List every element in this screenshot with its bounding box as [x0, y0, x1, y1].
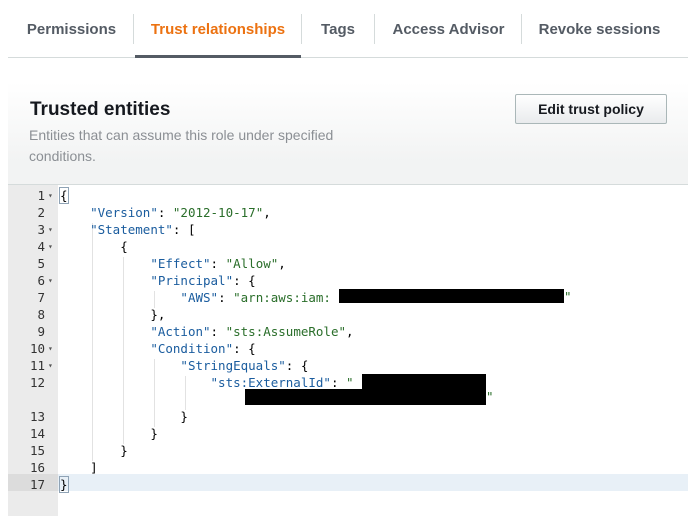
code-line[interactable]: 4 ▾ {: [8, 238, 688, 255]
code-line[interactable]: 11 ▾ "StringEquals": {: [8, 357, 688, 374]
trusted-entities-panel: Trusted entities Entities that can assum…: [8, 82, 688, 516]
code-line[interactable]: 14 }: [8, 425, 688, 442]
code-text: {: [120, 239, 128, 254]
code-text: }: [180, 409, 188, 424]
code-line[interactable]: 5 "Effect": "Allow",: [8, 255, 688, 272]
code-line[interactable]: 2 "Version": "2012-10-17",: [8, 204, 688, 221]
fold-toggle-icon[interactable]: ▾: [48, 357, 53, 374]
tab-bar: Permissions Trust relationships Tags Acc…: [8, 0, 688, 58]
line-number: 5: [37, 256, 45, 271]
code-line[interactable]: 1 ▾ {: [8, 187, 688, 204]
code-line[interactable]: 10 ▾ "Condition": {: [8, 340, 688, 357]
tab-permissions[interactable]: Permissions: [8, 0, 135, 58]
line-number: 2: [37, 205, 45, 220]
edit-trust-policy-button[interactable]: Edit trust policy: [515, 94, 667, 124]
line-number: 8: [37, 307, 45, 322]
fold-toggle-icon[interactable]: ▾: [48, 187, 53, 204]
code-line[interactable]: 15 }: [8, 442, 688, 459]
fold-toggle-icon[interactable]: ▾: [48, 238, 53, 255]
code-text: }: [150, 426, 158, 441]
redacted-closing-quote: ": [486, 389, 494, 404]
code-text: "Effect": "Allow",: [150, 256, 286, 271]
tab-access-advisor[interactable]: Access Advisor: [375, 0, 522, 58]
line-number: 13: [29, 409, 45, 424]
code-text: "Statement": [: [90, 222, 196, 237]
line-number: 17: [29, 477, 45, 492]
line-number: 15: [29, 443, 45, 458]
line-number: 6: [37, 273, 45, 288]
code-text: "Principal": {: [150, 273, 256, 288]
code-line[interactable]: 8 },: [8, 306, 688, 323]
panel-description: Entities that can assume this role under…: [29, 127, 334, 164]
active-tab-indicator: [135, 55, 301, 58]
redacted-arn: [339, 289, 564, 303]
code-line[interactable]: 17}: [8, 476, 688, 493]
redacted-external-id: [362, 374, 486, 389]
code-line[interactable]: 6 ▾ "Principal": {: [8, 272, 688, 289]
tab-tags[interactable]: Tags: [301, 0, 375, 58]
panel-title: Trusted entities: [30, 99, 171, 120]
tab-revoke-sessions[interactable]: Revoke sessions: [522, 0, 677, 58]
line-number: 16: [29, 460, 45, 475]
code-line[interactable]: 13 }: [8, 408, 688, 425]
code-text: "Version": "2012-10-17",: [90, 205, 271, 220]
code-line[interactable]: 9 "Action": "sts:AssumeRole",: [8, 323, 688, 340]
fold-toggle-icon[interactable]: ▾: [48, 272, 53, 289]
line-number: 9: [37, 324, 45, 339]
code-text: {: [59, 187, 69, 204]
line-number: 4: [37, 239, 45, 254]
code-text: "Action": "sts:AssumeRole",: [150, 324, 354, 339]
fold-toggle-icon[interactable]: ▾: [48, 221, 53, 238]
code-text: }: [120, 443, 128, 458]
tab-trust-relationships[interactable]: Trust relationships: [135, 0, 301, 58]
redacted-external-id-continued: [245, 389, 486, 405]
line-number: 1: [37, 188, 45, 203]
line-number: 10: [29, 341, 45, 356]
redacted-closing-quote: ": [564, 289, 572, 304]
code-line[interactable]: 16 ]: [8, 459, 688, 476]
policy-code-editor[interactable]: 1 ▾{2 "Version": "2012-10-17", 3 ▾ "Stateme…: [8, 184, 688, 516]
line-number: 3: [37, 222, 45, 237]
line-number: 7: [37, 290, 45, 305]
code-line[interactable]: 3 ▾ "Statement": [: [8, 221, 688, 238]
line-number: 11: [29, 358, 45, 373]
line-number: 14: [29, 426, 45, 441]
code-text: "AWS": "arn:aws:iam:: [180, 290, 331, 305]
fold-toggle-icon[interactable]: ▾: [48, 340, 53, 357]
code-text: },: [150, 307, 166, 322]
tab-separator: [133, 14, 134, 44]
code-text: "StringEquals": {: [180, 358, 309, 373]
code-text: }: [59, 476, 69, 493]
code-text: "Condition": {: [150, 341, 256, 356]
code-text: ]: [90, 460, 98, 475]
